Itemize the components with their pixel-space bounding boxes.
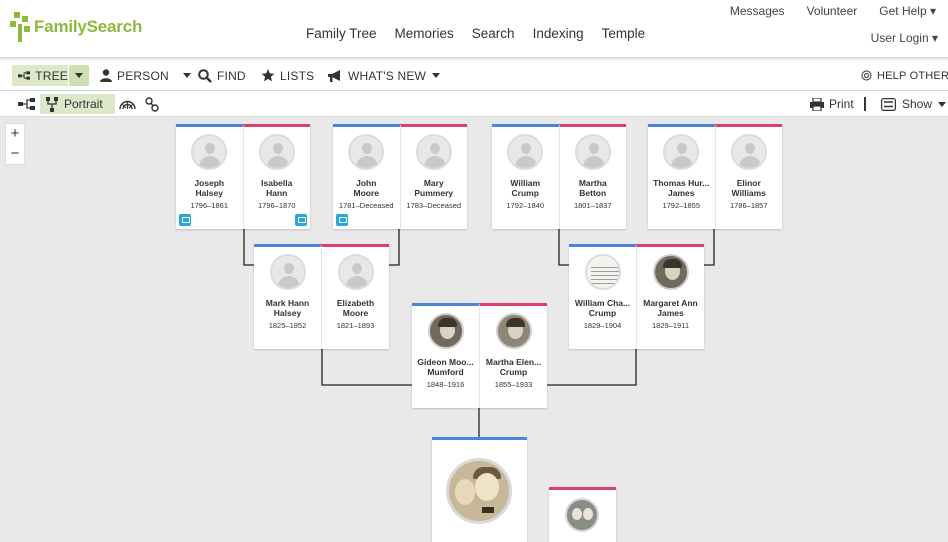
person-lifespan: 1783–Deceased [406,201,462,210]
person-lifespan: 1801–1837 [573,201,612,210]
couple-card[interactable]: Gideon Moo... Mumford 1848–1916 Martha El… [412,303,547,408]
document-photo-icon [584,254,621,290]
person-lifespan: 1792–1840 [506,201,545,210]
couple-card[interactable]: William Crump 1792–1840 Martha Betton 1801… [492,124,626,229]
person-lifespan: 1781–Deceased [338,201,394,210]
person-given-name: Elinor [736,178,761,188]
person-card[interactable]: Elinor Williams 1786–1857 [714,124,782,229]
person-card[interactable]: William Crump 1792–1840 [492,124,559,229]
person-card[interactable]: John Moore 1781–Deceased [333,124,400,229]
default-person-icon [507,134,544,170]
person-lifespan: 1855–1933 [494,380,533,389]
person-given-name: Isabella [261,178,293,188]
focus-person-photo [446,458,512,524]
person-surname: Crump [511,188,539,198]
person-card[interactable]: Gideon Moo... Mumford 1848–1916 [412,303,479,408]
default-person-icon [415,134,452,170]
person-card[interactable]: William Cha... Crump 1829–1904 [569,244,636,349]
couple-card[interactable]: Thomas Hur... James 1792–1855 Elinor Willi… [648,124,782,229]
couple-card[interactable]: Mark Hann Halsey 1825–1852 Elizabeth Moore… [254,244,389,349]
person-surname: Halsey [195,188,223,198]
person-given-name: William [510,178,541,188]
person-surname: Moore [353,188,380,198]
record-hint-icon[interactable] [336,214,348,226]
default-person-icon [730,134,767,170]
person-lifespan: 1848–1916 [426,380,465,389]
person-card[interactable]: Elizabeth Moore 1821–1893 [321,244,389,349]
person-surname: Halsey [273,308,302,318]
default-person-icon [258,134,295,170]
spouse-photo [565,498,599,532]
portrait-photo [652,254,689,290]
person-card[interactable]: Thomas Hur... James 1792–1855 [648,124,715,229]
person-lifespan: 1825–1852 [268,321,307,330]
person-card[interactable]: Mark Hann Halsey 1825–1852 [254,244,321,349]
portrait-photo [427,313,464,349]
couple-card[interactable]: John Moore 1781–Deceased Mary Pummery 1783… [333,124,467,229]
person-given-name: Thomas Hur... [653,178,710,188]
person-given-name: William Cha... [574,298,631,308]
person-lifespan: 1821–1893 [336,321,375,330]
person-card[interactable]: Mary Pummery 1783–Deceased [399,124,467,229]
person-card[interactable]: Joseph Halsey 1796–1861 [176,124,243,229]
person-given-name: Mary [423,178,444,188]
person-given-name: Elizabeth [336,298,375,308]
person-surname: Crump [588,308,617,318]
record-hint-icon[interactable] [179,214,191,226]
portrait-photo [495,313,532,349]
default-person-icon [663,134,700,170]
person-surname: Williams [731,188,766,198]
person-lifespan: 1829–1904 [583,321,622,330]
person-surname: Mumford [427,367,464,377]
focus-person-card[interactable] [432,437,527,542]
person-given-name: Martha Elen... [485,357,542,367]
person-surname: Pummery [414,188,454,198]
person-lifespan: 1829–1911 [652,321,689,330]
person-surname: Moore [342,308,369,318]
person-surname: James [668,188,695,198]
person-surname: Betton [579,188,607,198]
person-card[interactable]: Margaret Ann James 1829–1911 [636,244,704,349]
person-given-name: Mark Hann [265,298,310,308]
person-given-name: Joseph [194,178,225,188]
person-given-name: Margaret Ann [643,298,698,308]
person-given-name: Gideon Moo... [417,357,474,367]
couple-card[interactable]: Joseph Halsey 1796–1861 Isabella Hann 1796… [176,124,310,229]
person-surname: Crump [499,367,528,377]
record-hint-icon[interactable] [295,214,307,226]
default-person-icon [348,134,385,170]
person-card[interactable]: Isabella Hann 1796–1870 [242,124,310,229]
person-lifespan: 1792–1855 [662,201,701,210]
person-card[interactable]: Martha Elen... Crump 1855–1933 [479,303,547,408]
person-lifespan: 1796–1870 [257,201,296,210]
spouse-card[interactable] [549,487,616,542]
person-given-name: John [356,178,377,188]
person-surname: Hann [266,188,288,198]
default-person-icon [191,134,228,170]
couple-card[interactable]: William Cha... Crump 1829–1904 Margaret A… [569,244,704,349]
default-person-icon [269,254,306,290]
person-card[interactable]: Martha Betton 1801–1837 [558,124,626,229]
person-given-name: Martha [578,178,607,188]
person-surname: James [657,308,684,318]
person-lifespan: 1796–1861 [190,201,229,210]
default-person-icon [574,134,611,170]
person-lifespan: 1786–1857 [729,201,768,210]
default-person-icon [337,254,374,290]
